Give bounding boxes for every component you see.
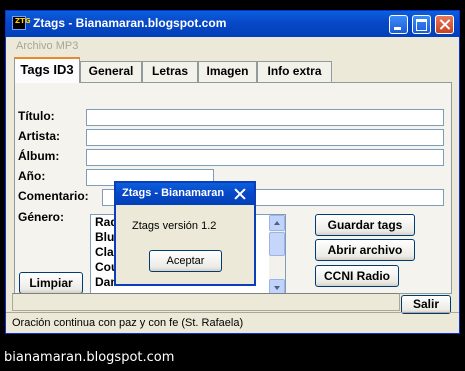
guardar-tags-button[interactable]: Guardar tags (315, 214, 415, 236)
tab-info-extra[interactable]: Info extra (257, 61, 332, 82)
genero-label: Género: (18, 210, 65, 224)
close-button[interactable] (435, 15, 454, 34)
scroll-up-icon[interactable] (269, 215, 285, 231)
about-dialog: Ztags - Bianamaran Ztags versión 1.2 Ace… (114, 181, 256, 286)
limpiar-button[interactable]: Limpiar (19, 272, 83, 294)
menu-archivo[interactable]: Archivo MP3 (16, 40, 78, 52)
progress-strip (12, 293, 400, 311)
dialog-title-bar[interactable]: Ztags - Bianamaran (116, 183, 254, 205)
genre-scrollbar[interactable] (269, 215, 285, 295)
status-text: Oración continua con paz y con fe (St. R… (12, 317, 244, 329)
close-icon[interactable] (231, 186, 249, 202)
status-bar: Oración continua con paz y con fe (St. R… (6, 312, 459, 333)
comentario-label: Comentario: (18, 189, 89, 203)
tab-imagen[interactable]: Imagen (198, 61, 257, 82)
ccni-radio-button[interactable]: CCNI Radio (315, 265, 399, 287)
titulo-field[interactable] (86, 109, 444, 126)
dialog-message: Ztags versión 1.2 (132, 220, 217, 232)
app-icon-label: ZTG (15, 17, 31, 25)
tab-general[interactable]: General (80, 61, 142, 82)
app-icon: ZTG (12, 16, 31, 30)
title-bar[interactable]: ZTG Ztags - Bianamaran.blogspot.com (6, 11, 459, 37)
anio-label: Año: (18, 169, 46, 183)
titulo-label: Título: (18, 109, 55, 123)
site-caption: bianamaran.blogspot.com (4, 350, 175, 365)
scroll-thumb[interactable] (269, 232, 285, 256)
menu-bar: Archivo MP3 (6, 37, 459, 55)
abrir-archivo-button[interactable]: Abrir archivo (315, 239, 415, 261)
minimize-button[interactable] (389, 15, 408, 34)
tab-tags-id3[interactable]: Tags ID3 (14, 57, 80, 83)
window-title: Ztags - Bianamaran.blogspot.com (33, 16, 227, 30)
maximize-button[interactable] (412, 15, 431, 34)
album-field[interactable] (86, 149, 444, 166)
dialog-title: Ztags - Bianamaran (122, 187, 225, 199)
tab-letras[interactable]: Letras (142, 61, 198, 82)
album-label: Álbum: (18, 149, 60, 163)
artista-field[interactable] (86, 129, 444, 146)
artista-label: Artista: (18, 129, 61, 143)
aceptar-button[interactable]: Aceptar (149, 250, 222, 272)
